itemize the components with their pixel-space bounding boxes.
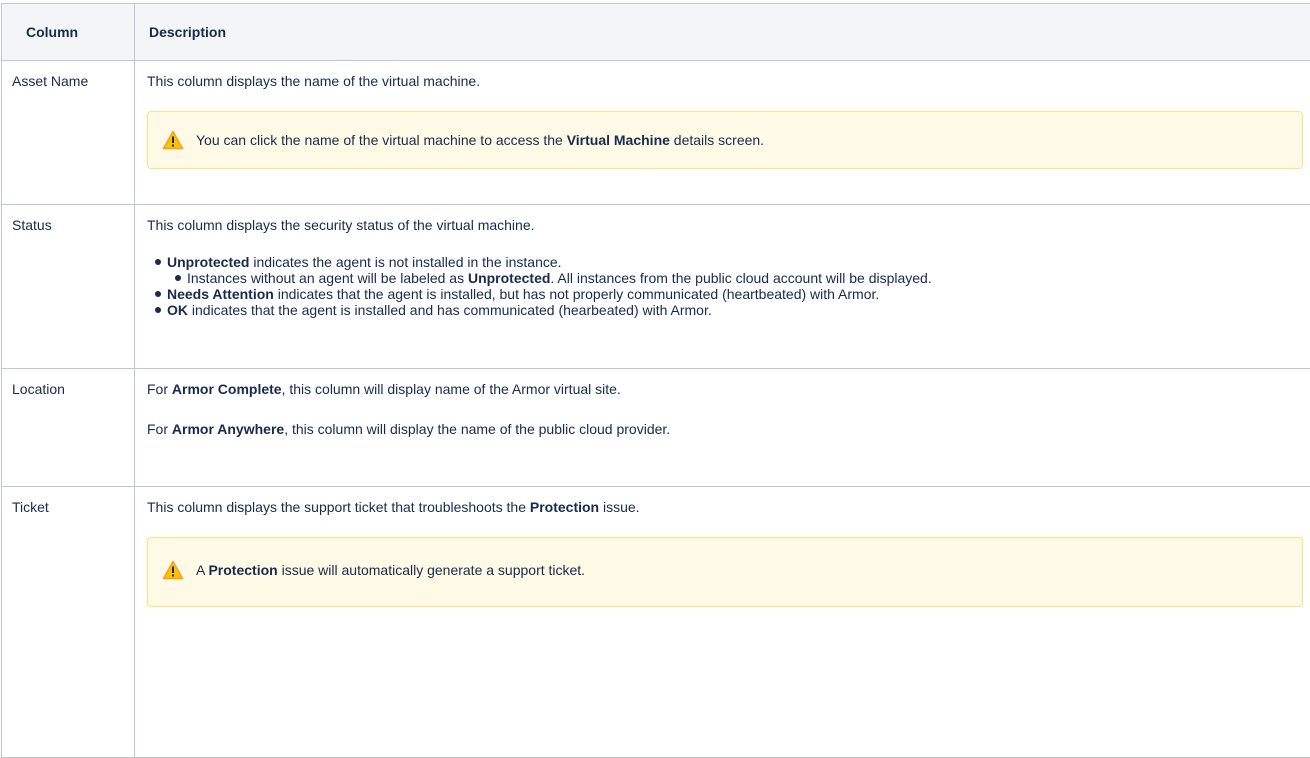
location-paragraph-anywhere: For Armor Anywhere, this column will dis… <box>147 419 1307 439</box>
list-item: Needs Attention indicates that the agent… <box>167 286 1307 302</box>
status-description-text: This column displays the security status… <box>147 215 1307 235</box>
table-header-row: Column Description <box>2 4 1310 61</box>
location-paragraph-complete: For Armor Complete, this column will dis… <box>147 379 1307 399</box>
cell-location-name: Location <box>2 369 135 487</box>
list-item: Instances without an agent will be label… <box>187 270 1307 286</box>
header-description: Description <box>135 4 1310 61</box>
status-sub-list: Instances without an agent will be label… <box>167 270 1307 286</box>
ticket-description-text: This column displays the support ticket … <box>147 497 1307 517</box>
asset-note-text: You can click the name of the virtual ma… <box>196 132 764 148</box>
header-column: Column <box>2 4 135 61</box>
cell-ticket-name: Ticket <box>2 487 135 758</box>
ticket-note-bold: Protection <box>208 562 277 578</box>
asset-note-bold: Virtual Machine <box>567 132 670 148</box>
ticket-note-panel: A Protection issue will automatically ge… <box>147 537 1303 607</box>
cell-asset-description: This column displays the name of the vir… <box>135 61 1310 205</box>
warning-icon <box>162 130 184 150</box>
cell-asset-name: Asset Name <box>2 61 135 205</box>
table-row-asset-name: Asset Name This column displays the name… <box>2 61 1310 205</box>
columns-table: Column Description Asset Name This colum… <box>1 3 1310 758</box>
cell-status-description: This column displays the security status… <box>135 205 1310 369</box>
table-row-ticket: Ticket This column displays the support … <box>2 487 1310 758</box>
cell-location-description: For Armor Complete, this column will dis… <box>135 369 1310 487</box>
ticket-note-text: A Protection issue will automatically ge… <box>196 562 585 578</box>
list-item: OK indicates that the agent is installed… <box>167 302 1307 318</box>
warning-icon <box>162 560 184 580</box>
cell-status-name: Status <box>2 205 135 369</box>
asset-note-panel: You can click the name of the virtual ma… <box>147 111 1303 169</box>
asset-description-text: This column displays the name of the vir… <box>147 71 1307 91</box>
table-row-location: Location For Armor Complete, this column… <box>2 369 1310 487</box>
cell-ticket-description: This column displays the support ticket … <box>135 487 1310 758</box>
table-row-status: Status This column displays the security… <box>2 205 1310 369</box>
list-item: Unprotected indicates the agent is not i… <box>167 254 1307 286</box>
status-list: Unprotected indicates the agent is not i… <box>147 254 1307 318</box>
